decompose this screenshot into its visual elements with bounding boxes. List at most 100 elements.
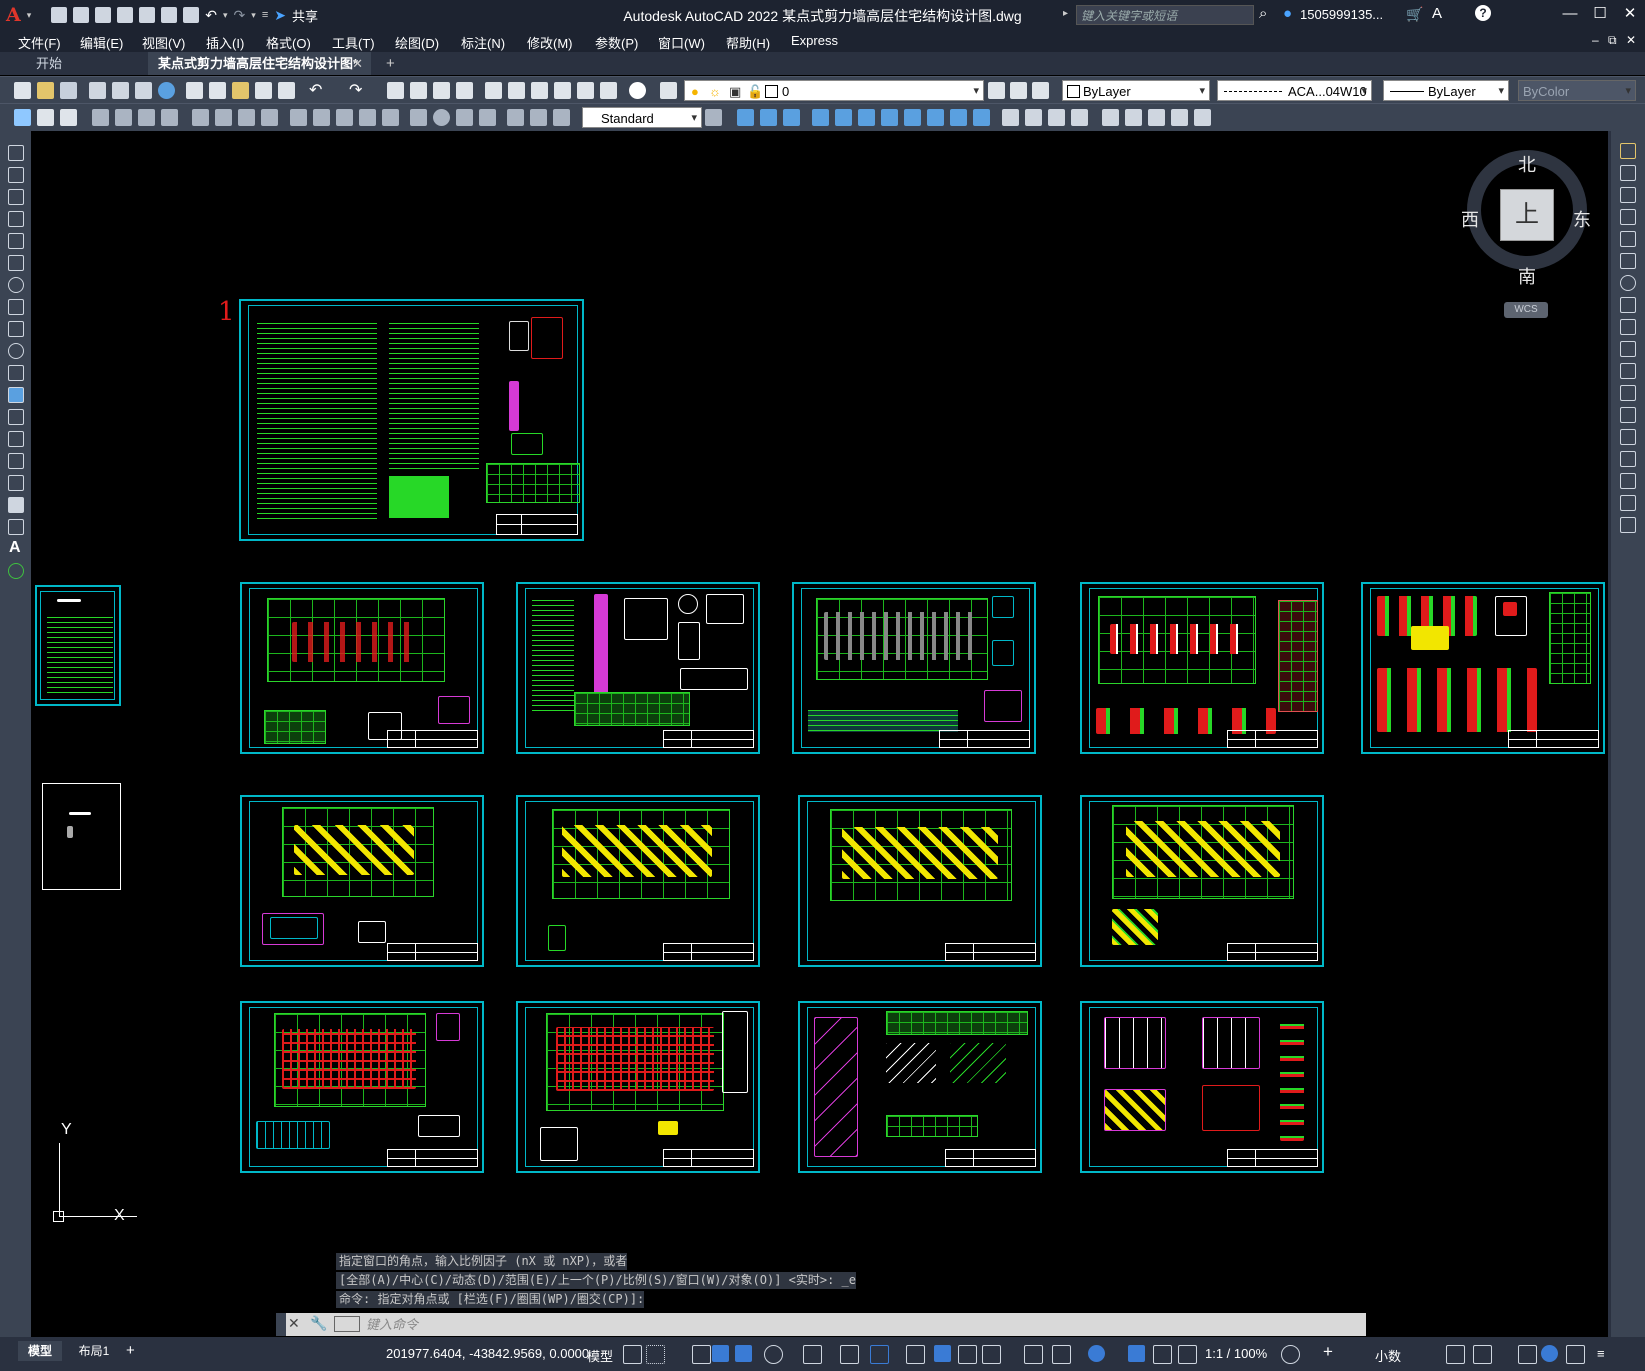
redo-icon[interactable]: ↷ <box>234 7 246 24</box>
stretch-icon[interactable] <box>1620 319 1636 335</box>
save-web-icon[interactable] <box>161 7 178 23</box>
customization-icon[interactable]: ≡ <box>1597 1346 1605 1361</box>
help-toolbar-icon[interactable] <box>629 82 646 99</box>
polar-tracking-icon[interactable] <box>764 1345 783 1364</box>
break-at-point-icon[interactable] <box>1620 385 1636 401</box>
jogged-linear-icon[interactable] <box>479 109 496 126</box>
tool-t-icon[interactable] <box>1194 109 1211 126</box>
drawing-sheet-floor-plan-4[interactable] <box>1080 795 1324 967</box>
save-file-icon[interactable] <box>60 82 77 99</box>
region-icon[interactable] <box>8 497 24 513</box>
sheet-set-icon[interactable] <box>554 82 571 99</box>
tool-l-icon[interactable] <box>1002 109 1019 126</box>
quick-dimension-icon[interactable] <box>290 109 307 126</box>
new-file-icon[interactable] <box>14 82 31 99</box>
open-file-icon[interactable] <box>37 82 54 99</box>
line-icon[interactable] <box>8 145 24 161</box>
dynamic-ucs-icon[interactable] <box>1024 1345 1043 1364</box>
aligned-dimension-icon[interactable] <box>115 109 132 126</box>
tool-g-icon[interactable] <box>881 109 898 126</box>
object-snap-icon[interactable] <box>870 1345 889 1364</box>
angular-dimension-icon[interactable] <box>261 109 278 126</box>
break-icon[interactable] <box>1620 407 1636 423</box>
multiline-text-icon[interactable]: A <box>9 539 21 557</box>
tab-start[interactable]: 开始 <box>20 52 140 75</box>
insert-block-icon[interactable] <box>14 109 31 126</box>
tool-p-icon[interactable] <box>1102 109 1119 126</box>
join-icon[interactable] <box>1620 429 1636 445</box>
rectangle-icon[interactable] <box>8 233 24 249</box>
table-icon[interactable] <box>8 519 24 535</box>
drawing-sheet-floor-plan-1[interactable] <box>240 795 484 967</box>
workspace-gear-icon[interactable] <box>1281 1345 1300 1364</box>
offset-icon[interactable] <box>1620 209 1636 225</box>
erase-icon[interactable] <box>1620 143 1636 159</box>
annotation-scale-icon[interactable] <box>1178 1345 1197 1364</box>
linetype-dropdown[interactable]: ACA...04W10 <box>1217 80 1372 102</box>
selection-filter-icon[interactable] <box>1052 1345 1071 1364</box>
autodesk-a360-icon[interactable]: A <box>1432 5 1442 22</box>
drawing-sheet-index[interactable] <box>35 585 121 706</box>
tool-c-icon[interactable] <box>783 109 800 126</box>
layer-previous-icon[interactable] <box>1010 82 1027 99</box>
maximize-button[interactable]: ☐ <box>1585 2 1615 26</box>
grid-icon[interactable] <box>623 1345 642 1364</box>
command-grip[interactable] <box>276 1313 286 1336</box>
drawing-sheet-pile-layout[interactable] <box>792 582 1036 754</box>
print-icon[interactable] <box>89 82 106 99</box>
coordinate-readout[interactable]: 201977.6404, -43842.9569, 0.0000 <box>386 1346 589 1361</box>
minimize-button[interactable]: — <box>1555 2 1585 26</box>
tool-m-icon[interactable] <box>1025 109 1042 126</box>
add-layout-button[interactable]: + <box>126 1341 135 1361</box>
scale-icon[interactable] <box>1620 297 1636 313</box>
menu-file[interactable]: 文件(F) <box>18 33 61 52</box>
app-menu-chevron-icon[interactable]: ▾ <box>27 10 32 21</box>
tool-e-icon[interactable] <box>835 109 852 126</box>
user-account[interactable]: 1505999135... <box>1300 7 1383 22</box>
tool-i-icon[interactable] <box>927 109 944 126</box>
layout-tab-layout1[interactable]: 布局1 <box>72 1341 116 1361</box>
menu-draw[interactable]: 绘图(D) <box>395 33 439 52</box>
undo-dropdown-icon[interactable]: ▾ <box>223 10 228 21</box>
layout-tab-model[interactable]: 模型 <box>18 1341 62 1361</box>
drawing-canvas[interactable]: 1 上 北 南 西 东 WCS Y X 指定窗口的角点，输入比例因子 (nX 或… <box>31 131 1608 1337</box>
plot-icon[interactable] <box>183 7 200 23</box>
undo-icon[interactable]: ↶ <box>205 7 217 24</box>
plotstyle-dropdown[interactable]: ByColor <box>1518 80 1636 102</box>
tool-palettes-icon[interactable] <box>531 82 548 99</box>
isodraft-icon[interactable] <box>803 1345 822 1364</box>
tool-s-icon[interactable] <box>1171 109 1188 126</box>
cart-icon[interactable]: 🛒 <box>1406 6 1423 23</box>
move-icon[interactable] <box>1620 253 1636 269</box>
markup-icon[interactable] <box>577 82 594 99</box>
tool-n-icon[interactable] <box>1048 109 1065 126</box>
menu-help[interactable]: 帮助(H) <box>726 33 770 52</box>
cut-icon[interactable] <box>186 82 203 99</box>
hatch-toolbar-icon[interactable] <box>60 109 77 126</box>
match-properties-icon[interactable] <box>255 82 272 99</box>
menu-insert[interactable]: 插入(I) <box>206 33 244 52</box>
menu-dimension[interactable]: 标注(N) <box>461 33 505 52</box>
fillet-icon[interactable] <box>1620 473 1636 489</box>
pan-icon[interactable] <box>387 82 404 99</box>
ortho-icon[interactable] <box>735 1345 752 1362</box>
array-icon[interactable] <box>1620 231 1636 247</box>
quickcalc-icon[interactable] <box>600 82 617 99</box>
tool-j-icon[interactable] <box>950 109 967 126</box>
menu-tools[interactable]: 工具(T) <box>332 33 375 52</box>
tool-b-icon[interactable] <box>760 109 777 126</box>
jogged-dimension-icon[interactable] <box>215 109 232 126</box>
layer-properties-icon[interactable] <box>660 82 677 99</box>
drawing-sheet-foundation-plan[interactable] <box>240 582 484 754</box>
save-as-icon[interactable] <box>117 7 134 23</box>
color-dropdown[interactable]: ByLayer <box>1062 80 1210 102</box>
graphics-performance-icon[interactable] <box>1541 1345 1558 1362</box>
share-button[interactable]: 共享 <box>292 6 318 25</box>
viewcube-top-face[interactable]: 上 <box>1500 189 1554 241</box>
paste-icon[interactable] <box>232 82 249 99</box>
tolerance-icon[interactable] <box>410 109 427 126</box>
object-snap-tracking-icon[interactable] <box>840 1345 859 1364</box>
new-icon[interactable] <box>51 7 68 23</box>
radius-dimension-icon[interactable] <box>192 109 209 126</box>
chamfer-icon[interactable] <box>1620 451 1636 467</box>
